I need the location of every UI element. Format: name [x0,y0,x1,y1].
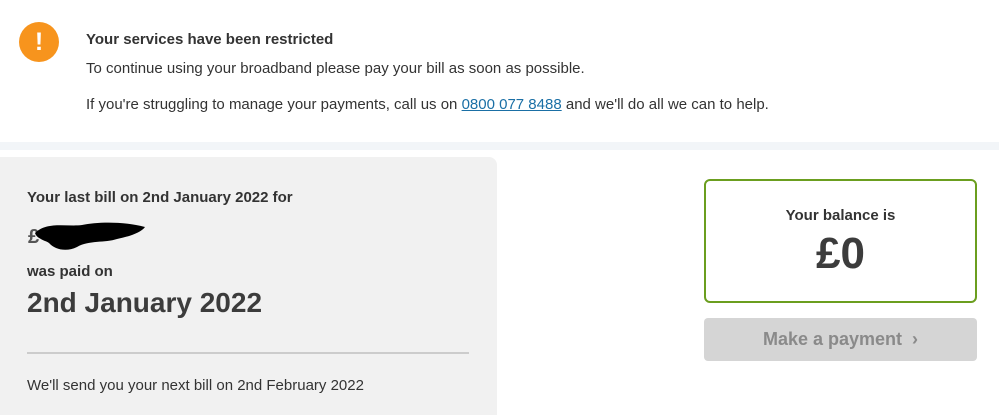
exclamation-icon: ! [19,22,59,62]
section-divider [0,142,999,150]
alert-message: To continue using your broadband please … [86,60,585,77]
bill-divider [27,352,469,354]
restriction-alert: ! Your services have been restricted To … [0,0,999,142]
help-text-prefix: If you're struggling to manage your paym… [86,96,462,113]
alert-help-text: If you're struggling to manage your paym… [86,96,769,113]
last-bill-heading: Your last bill on 2nd January 2022 for [27,189,293,206]
paid-on-label: was paid on [27,263,113,280]
make-payment-label: Make a payment [762,329,903,349]
make-payment-button[interactable]: Make a payment › [704,318,977,361]
redaction-scribble: £ [28,222,145,250]
redacted-bill-amount: £ [27,217,147,253]
chevron-right-icon: › [912,329,919,349]
currency-symbol: £ [28,226,39,248]
last-bill-card: Your last bill on 2nd January 2022 for £… [0,157,497,415]
paid-date: 2nd January 2022 [27,287,263,318]
help-text-suffix: and we'll do all we can to help. [561,96,769,113]
next-bill-text: We'll send you your next bill on 2nd Feb… [27,377,364,394]
balance-amount: £0 [816,229,865,278]
balance-card: Your balance is £0 [704,179,977,303]
alert-title: Your services have been restricted [86,31,334,48]
balance-label: Your balance is [785,207,896,224]
phone-link[interactable]: 0800 077 8488 [462,96,562,113]
